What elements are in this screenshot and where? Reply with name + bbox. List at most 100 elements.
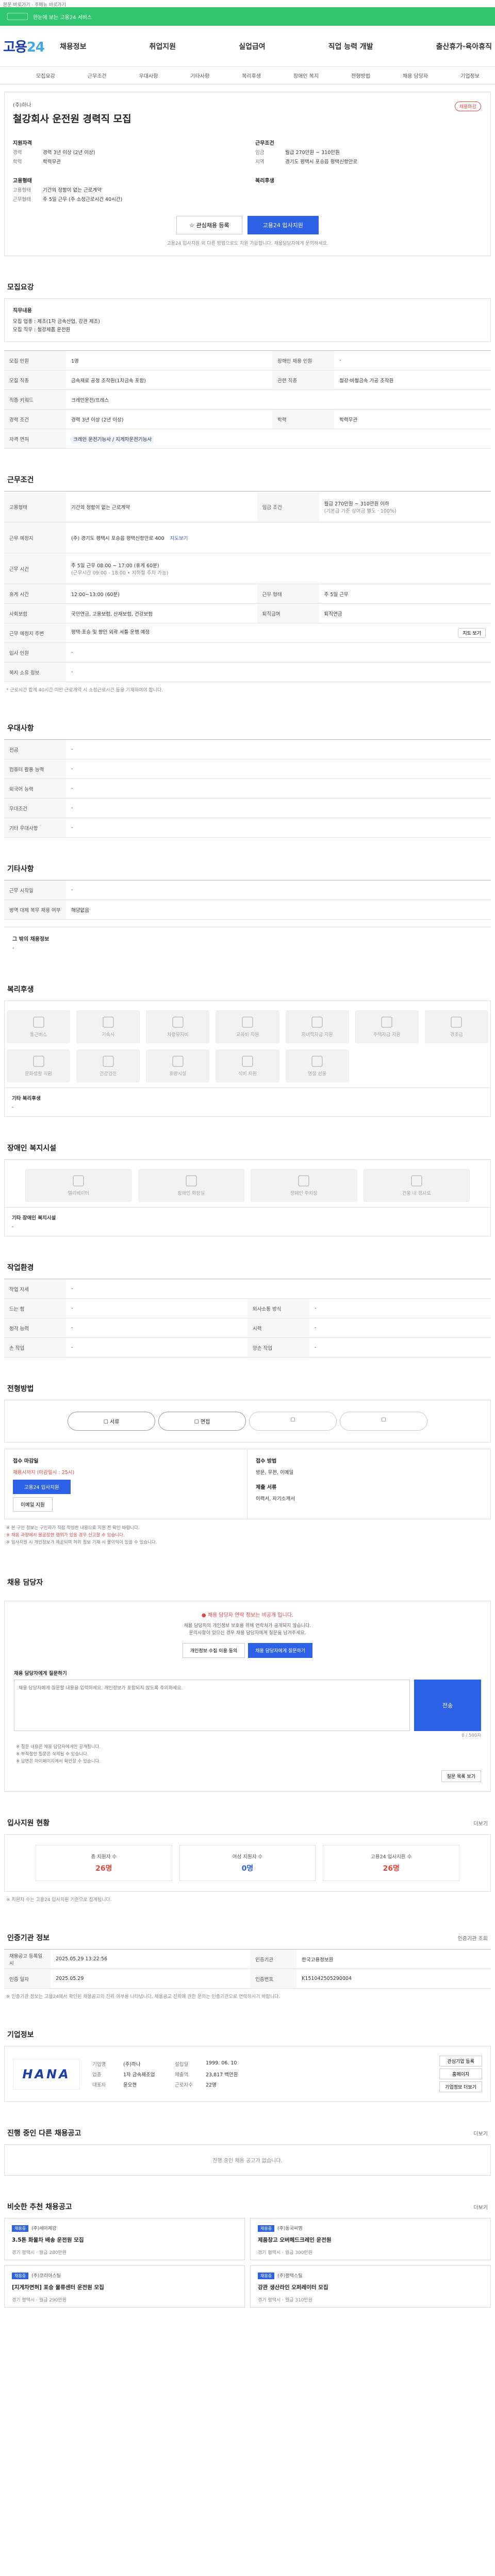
- certification-section: 인증기관 정보 인증기관 조회 채용공고 등록일시 2025.05.29 13:22…: [4, 1933, 491, 2004]
- book-icon: [241, 1016, 253, 1028]
- welfare-housing: 주택자금 지원: [355, 1010, 419, 1043]
- stats-more-link[interactable]: 더보기: [473, 1819, 488, 1827]
- tab-company[interactable]: 기업정보: [460, 72, 480, 79]
- company-more-button[interactable]: 기업정보 더보기: [439, 2081, 482, 2092]
- tab-disability[interactable]: 장애인 복지: [293, 72, 319, 79]
- apply-online-button[interactable]: 고용24 입사지원: [13, 1480, 71, 1494]
- ticket-icon: [32, 1055, 44, 1067]
- tab-conditions[interactable]: 근무조건: [88, 72, 107, 79]
- ongoing-more-link[interactable]: 더보기: [473, 2129, 488, 2137]
- disability-section: 장애인 복지시설 엘리베이터 장애인 화장실 장애인 주차장 건물 내 경사로 …: [4, 1143, 491, 1236]
- tab-preference[interactable]: 우대사항: [139, 72, 158, 79]
- homepage-button[interactable]: 홈페이지: [439, 2069, 482, 2079]
- job-card[interactable]: 채용중 (주)동국씨엠 제품창고 오버헤드크레인 운전원 경기 평택시 · 월급 30…: [250, 2218, 491, 2260]
- empty-message: 진행 중인 채용 공고가 없습니다.: [4, 2144, 491, 2176]
- restroom-item: 장애인 화장실: [138, 1169, 244, 1202]
- environment-table: 작업 자세 - 드는 힘 - 의사소통 방식 - 청각 능력 - 시력 - 손 작업 - 양손 작…: [4, 1279, 491, 1358]
- tab-recruit[interactable]: 모집요강: [36, 72, 55, 79]
- menu-support[interactable]: 취업지원: [150, 41, 176, 52]
- step-document: ☐ 서류: [68, 1412, 155, 1431]
- welfare-resort: 휴양시설: [146, 1049, 210, 1082]
- ramp-icon: [410, 1175, 422, 1187]
- cap-icon: [311, 1016, 323, 1028]
- status-badge: 채용마감: [454, 101, 481, 111]
- site-logo[interactable]: 고용24: [3, 37, 60, 56]
- global-nav: 고용24 채용정보 취업지원 실업급여 직업 능력 개발 출산휴가·육아휴직: [0, 26, 495, 67]
- map-link[interactable]: 지도보기: [170, 536, 188, 541]
- skip-link[interactable]: 본문 바로가기 · 주메뉴 바로가기: [0, 0, 495, 8]
- section-title: 모집요강: [7, 283, 34, 292]
- hero-note: 고용24 입사지원 외 다른 방법으로도 지원 가능합니다. 채용담당자에게 문…: [167, 241, 328, 246]
- privacy-agree-button[interactable]: 개인정보 수집 이용 동의: [182, 1643, 245, 1658]
- job-card[interactable]: 채용중 (주)평택스틸 강관 생산라인 오퍼레이터 모집 경기 평택시 · 월급 31…: [250, 2265, 491, 2308]
- menu-leave[interactable]: 출산휴가·육아휴직: [436, 41, 492, 52]
- menu-jobs[interactable]: 채용정보: [60, 41, 87, 52]
- welfare-health: 건강검진: [76, 1049, 140, 1082]
- welfare-culture: 문화생활 지원: [7, 1049, 71, 1082]
- step-interview: ☐ 면접: [158, 1412, 246, 1431]
- welfare-tuition: 자녀학자금 지원: [285, 1010, 349, 1043]
- menu-training[interactable]: 직업 능력 개발: [328, 41, 373, 52]
- job-title: 철강회사 운전원 경력직 모집: [13, 113, 131, 125]
- work-table: 고용형태 기간의 정함이 없는 근로계약 임금 조건 월급 270만원 ~ 310만원…: [4, 491, 491, 682]
- welfare-bus: 통근버스: [7, 1010, 71, 1043]
- question-input[interactable]: [14, 1680, 410, 1731]
- tab-process[interactable]: 전형방법: [351, 72, 370, 79]
- job-card[interactable]: 채용중 (주)세아제강 3.5톤 화물차 배송 운전원 모집 경기 평택시 · 월급 …: [4, 2218, 245, 2260]
- favorite-company-button[interactable]: 관심기업 등록: [439, 2056, 482, 2066]
- job-card[interactable]: 채용중 (주)코리아스틸 [지게차면허] 포승 물류센터 운전원 모집 경기 평택시 …: [4, 2265, 245, 2308]
- company-name[interactable]: (주)하나: [13, 100, 482, 108]
- car-icon: [172, 1016, 184, 1028]
- condition-heading: 근무조건: [255, 141, 274, 146]
- certification-table: 채용공고 등록일시 2025.05.29 13:22:56 인증기관 한국고용정보원 …: [4, 1949, 491, 1989]
- home-icon: [102, 1016, 114, 1028]
- send-question-button[interactable]: 전송: [414, 1680, 481, 1731]
- save-job-button[interactable]: ☆ 관심채용 등록: [176, 216, 242, 234]
- ask-recruiter-button[interactable]: 채용 담당자에게 질문하기: [248, 1643, 313, 1658]
- tab-etc[interactable]: 기타사항: [190, 72, 209, 79]
- stat-online: 고용24 입사지원 수 26명: [323, 1845, 459, 1881]
- ramp-item: 건물 내 경사로: [363, 1169, 470, 1202]
- question-list-button[interactable]: 질문 목록 보기: [441, 1770, 481, 1782]
- tab-contact[interactable]: 채용 담당자: [403, 72, 428, 79]
- etc-table: 근무 시작일 - 병역 대체 복무 채용 여부 해당없음: [4, 880, 491, 920]
- welfare-section: 복리후생 통근버스 기숙사 차량유지비 교육비 지원 자녀학자금 지원 주택자금…: [4, 984, 491, 1117]
- welfare-meal: 식비 지원: [216, 1049, 279, 1082]
- contact-section: 채용 담당자 ● 채용 담당자 연락 정보는 비공개 입니다. 채용 담당자의 …: [4, 1577, 491, 1792]
- parking-icon: [298, 1175, 310, 1187]
- restroom-icon: [185, 1175, 197, 1187]
- section-title: 복리후생: [7, 986, 34, 994]
- section-title: 장애인 복지시설: [7, 1144, 57, 1153]
- house-icon: [381, 1016, 393, 1028]
- company-section: 기업정보 HANA 기업명 (주)하나 설립일 1999. 06. 10 업종 1차 금…: [4, 2029, 491, 2102]
- preference-section: 우대사항 전공 - 컴퓨터 활용 능력 - 외국어 능력 - 우대조건 - 기타 우대사…: [4, 723, 491, 838]
- section-title: 작업환경: [7, 1264, 34, 1272]
- employment-heading: 고용형태: [13, 178, 32, 184]
- tree-icon: [172, 1055, 184, 1067]
- section-title: 채용 담당자: [7, 1579, 43, 1587]
- apply-email-button[interactable]: 이메일 지원: [13, 1497, 53, 1512]
- tab-welfare[interactable]: 복리후생: [242, 72, 261, 79]
- stat-female: 여성 지원자 수 0명: [179, 1845, 316, 1881]
- welfare-holiday: 명절 선물: [285, 1049, 349, 1082]
- parking-item: 장애인 주차장: [251, 1169, 357, 1202]
- promo-banner[interactable]: 한눈에 보는 고용24 서비스: [0, 7, 495, 26]
- map-button[interactable]: 지도 보기: [458, 628, 486, 638]
- char-counter: 0 / 500자: [461, 1733, 481, 1738]
- apply-button[interactable]: 고용24 입사지원: [247, 216, 319, 234]
- similar-section: 비슷한 추천 채용공고 더보기 채용중 (주)세아제강 3.5톤 화물차 배송 운전원…: [4, 2201, 491, 2308]
- elevator-icon: [73, 1175, 85, 1187]
- stat-total: 총 지원자 수 26명: [36, 1845, 172, 1881]
- job-summary: (주)하나 철강회사 운전원 경력직 모집 채용마감 지원자격 경력 경력 3년 …: [4, 92, 491, 256]
- cert-lookup-link[interactable]: 인증기관 조회: [458, 1934, 488, 1942]
- section-title: 기업정보: [7, 2031, 34, 2039]
- company-logo: HANA: [13, 2058, 80, 2090]
- menu-benefit[interactable]: 실업급여: [239, 41, 266, 52]
- environment-section: 작업환경 작업 자세 - 드는 힘 - 의사소통 방식 - 청각 능력 - 시력 - 손 작업…: [4, 1262, 491, 1358]
- similar-more-link[interactable]: 더보기: [473, 2203, 488, 2211]
- section-title: 기타사항: [7, 865, 34, 873]
- section-title: 우대사항: [7, 724, 34, 733]
- welfare-edu: 교육비 지원: [216, 1010, 279, 1043]
- banner-logo: [7, 13, 28, 20]
- welfare-heading: 복리후생: [255, 178, 274, 184]
